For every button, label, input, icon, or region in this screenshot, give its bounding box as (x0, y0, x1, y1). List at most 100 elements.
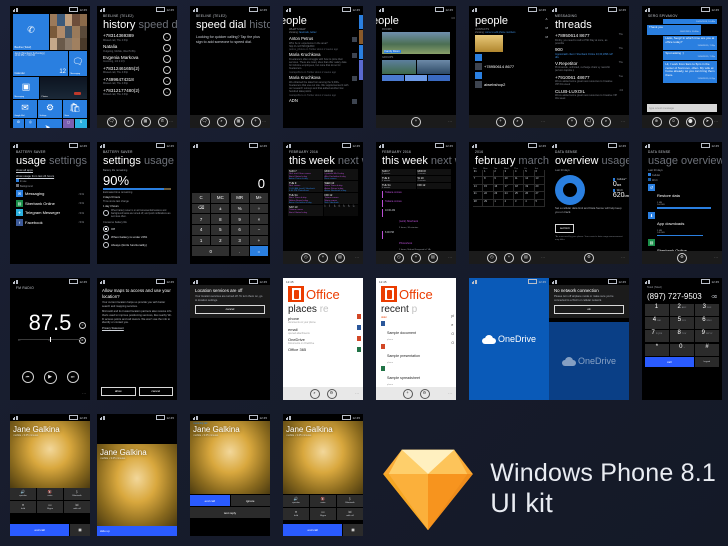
message-icon[interactable]: 🗨 (199, 116, 210, 127)
app-bar[interactable]: + ⌕ ··· (469, 115, 549, 128)
tile-settings[interactable]: ⚙ Settings (38, 100, 62, 118)
keypad-toggle-button[interactable]: keypad (694, 356, 719, 367)
date-cell[interactable]: 13 (534, 177, 545, 185)
list-item[interactable]: f Facebook <1% (10, 218, 90, 228)
search-icon[interactable]: ⌕ (123, 116, 134, 127)
showing-filter[interactable]: showing: come to edit phone numbers (469, 31, 549, 34)
message-input[interactable]: type a text message (647, 104, 717, 112)
screen-dialer[interactable]: 12:45 Tele2 (Tele2) (897) 727-9503 ⌫ 1 2… (642, 278, 722, 400)
end-call-bar[interactable]: end call ▦ (283, 524, 363, 536)
add-icon[interactable]: + (250, 116, 261, 127)
message-icon[interactable]: 🗨 (584, 116, 594, 127)
tile-calendar[interactable]: Jacob (Sberbank Technology) 13:00 PM - 7… (13, 51, 68, 76)
end-call-bar[interactable]: end call ▦ (10, 524, 90, 536)
key-6[interactable]: 6 (230, 225, 249, 235)
key-decimal[interactable]: . (230, 246, 249, 256)
dialpad-key-2[interactable]: 2 ABC (670, 304, 694, 316)
app-bar[interactable]: + ⚙ ··· (376, 387, 456, 400)
date-cell[interactable]: 26 (524, 192, 535, 200)
day-cell[interactable]: MON 83 events (416, 168, 451, 175)
pivot-header[interactable]: recent p (376, 302, 456, 315)
skype-button[interactable]: ▭ Skype (37, 501, 63, 513)
dialpad-key-1[interactable]: 1 (645, 304, 669, 316)
pivot-prev[interactable]: eople (283, 14, 363, 27)
more-icon[interactable]: ··· (355, 392, 360, 396)
app-bar[interactable]: ◷ + ▤ ··· (469, 251, 549, 264)
places-list[interactable]: phone documents on your phone email open… (283, 315, 363, 354)
add-icon[interactable]: + (411, 252, 421, 263)
text-reply-button[interactable]: text reply (190, 507, 270, 518)
screen-call-active[interactable]: 12:45 Jane Galkina mobile • 3:45 minutes… (10, 414, 90, 536)
pivot-next[interactable]: usage (144, 155, 174, 167)
screen-people-rooms[interactable]: 12:45 eople ROOMS Family Room GROUPS CO … (376, 6, 456, 128)
keypad-icon[interactable]: ▦ (70, 524, 90, 536)
mic-icon[interactable]: ⬤ (685, 116, 696, 127)
list-item[interactable]: phone documents on your phone (283, 315, 363, 325)
today-icon[interactable]: ◷ (394, 252, 404, 263)
pivot-active[interactable]: overview (555, 155, 598, 167)
date-cell[interactable]: 25 (514, 192, 525, 200)
day-cell[interactable]: WED 10 Maria Titova b-day Anton Petrus b-… (323, 180, 358, 192)
app-bar[interactable]: ⌕ ⚙ ··· (283, 387, 363, 400)
key-percent[interactable]: % (230, 203, 249, 214)
list-item[interactable]: +78312177480(2) Missed call, Thu 4:33p › (97, 87, 177, 98)
hold-button[interactable]: ⏸ hold (283, 508, 309, 520)
battery-app-list[interactable]: ✉ Messaging <1% ▤ Sberbank Online <1% ✈ … (10, 189, 90, 227)
settings-icon[interactable]: ⚙ (584, 252, 594, 263)
screen-office-recent[interactable]: 12:45 Office recent p older Sample docum… (376, 278, 456, 400)
add-call-button[interactable]: ☏ add call (64, 501, 90, 513)
list-item[interactable]: 900 Ingosstrakh client / Sberbank Online… (549, 46, 629, 60)
tile-gmail[interactable]: ✉ Google Mail (13, 100, 37, 118)
tile-phone[interactable]: ✆ Beeline (Tele2) (13, 14, 49, 50)
keypad-icon[interactable]: ▦ (140, 116, 151, 127)
radio-under-20[interactable]: When battery is under 20% (97, 232, 177, 241)
more-icon[interactable]: ··· (621, 256, 626, 260)
more-icon[interactable]: ··· (262, 120, 267, 124)
dialpad-key-hash[interactable]: # (695, 343, 719, 356)
message-icon[interactable]: 🗨 (106, 116, 117, 127)
list-item[interactable]: CLUB-LUXOIL We've added some great new r… (549, 88, 629, 102)
call-controls[interactable]: 🔊 speaker 🔇 mute ᛒ Bluetooth ⏸ hold ▭ Sk… (10, 488, 90, 513)
index-letter[interactable]: M (546, 35, 549, 39)
app-bar[interactable]: ◷ + ▤ ··· (376, 251, 456, 264)
group-thumb[interactable] (416, 59, 450, 74)
message-bubble[interactable]: 10/01/2015, 10:48a (663, 19, 717, 24)
screen-phone-history[interactable]: 12:45 Beeline (Tele2) history speed d +7… (97, 6, 177, 128)
screen-office-places[interactable]: 12:45 Office places re phone documents o… (283, 278, 363, 400)
dialpad-key-6[interactable]: 6 MNO (695, 317, 719, 330)
dialpad-key-5[interactable]: 5 JKL (670, 317, 694, 330)
dialpad-key-0[interactable]: 0 + (670, 343, 694, 356)
date-cell[interactable]: 9 (493, 177, 504, 185)
radio-off[interactable]: Off (97, 225, 177, 233)
tile-maps[interactable]: ➤ 2 (37, 119, 62, 128)
date-cell[interactable]: 23 (493, 192, 504, 200)
date-cell[interactable]: 3 (514, 199, 525, 208)
key-8[interactable]: 8 (211, 214, 230, 224)
list-item[interactable]: email opened attachments (283, 325, 363, 335)
date-cell[interactable]: 21 (473, 192, 484, 200)
call-controls[interactable]: 🔊 speaker 🔇 mute ᛒ Bluetooth ⏸ hold ▭ Sk… (283, 495, 363, 520)
screen-calculator[interactable]: 12:45 0 C MC MR M+ ⌫ ± % ÷ 7 8 9 × 4 5 6… (190, 142, 270, 264)
key-3[interactable]: 3 (230, 235, 249, 246)
room-photo[interactable]: Family Room (382, 32, 450, 55)
screen-onedrive-splash[interactable]: 12:45 OneDrive (469, 278, 549, 400)
index-letter[interactable]: A (546, 17, 549, 21)
thread-list[interactable]: +78950614 8677 Dmitry, you need to call … (549, 32, 629, 102)
more-icon[interactable]: ··· (448, 256, 453, 260)
settings-icon[interactable]: ⚙ (677, 252, 687, 263)
answer-button[interactable]: end call (190, 495, 230, 506)
app-bar[interactable]: + 🗨 ⌕ ··· (549, 115, 629, 128)
end-call-button[interactable]: end call (283, 524, 343, 536)
pivot-prev[interactable]: eople (376, 14, 456, 27)
tile-skype[interactable]: S (75, 119, 87, 128)
add-icon[interactable]: + (567, 116, 577, 127)
pivot-header[interactable]: this week next wee (289, 155, 363, 167)
pivot-header[interactable]: history speed d (103, 19, 177, 31)
add-icon[interactable]: + (402, 388, 413, 399)
message-bubble[interactable]: Hello, Sergi! In which time are you at o… (663, 35, 717, 50)
date-cell[interactable]: 29 (483, 199, 494, 208)
key-0[interactable]: 0 (192, 246, 230, 256)
pivot-next[interactable]: p (412, 304, 418, 315)
pivot-header[interactable]: this week next wee (382, 155, 456, 167)
add-icon[interactable]: + (504, 252, 514, 263)
